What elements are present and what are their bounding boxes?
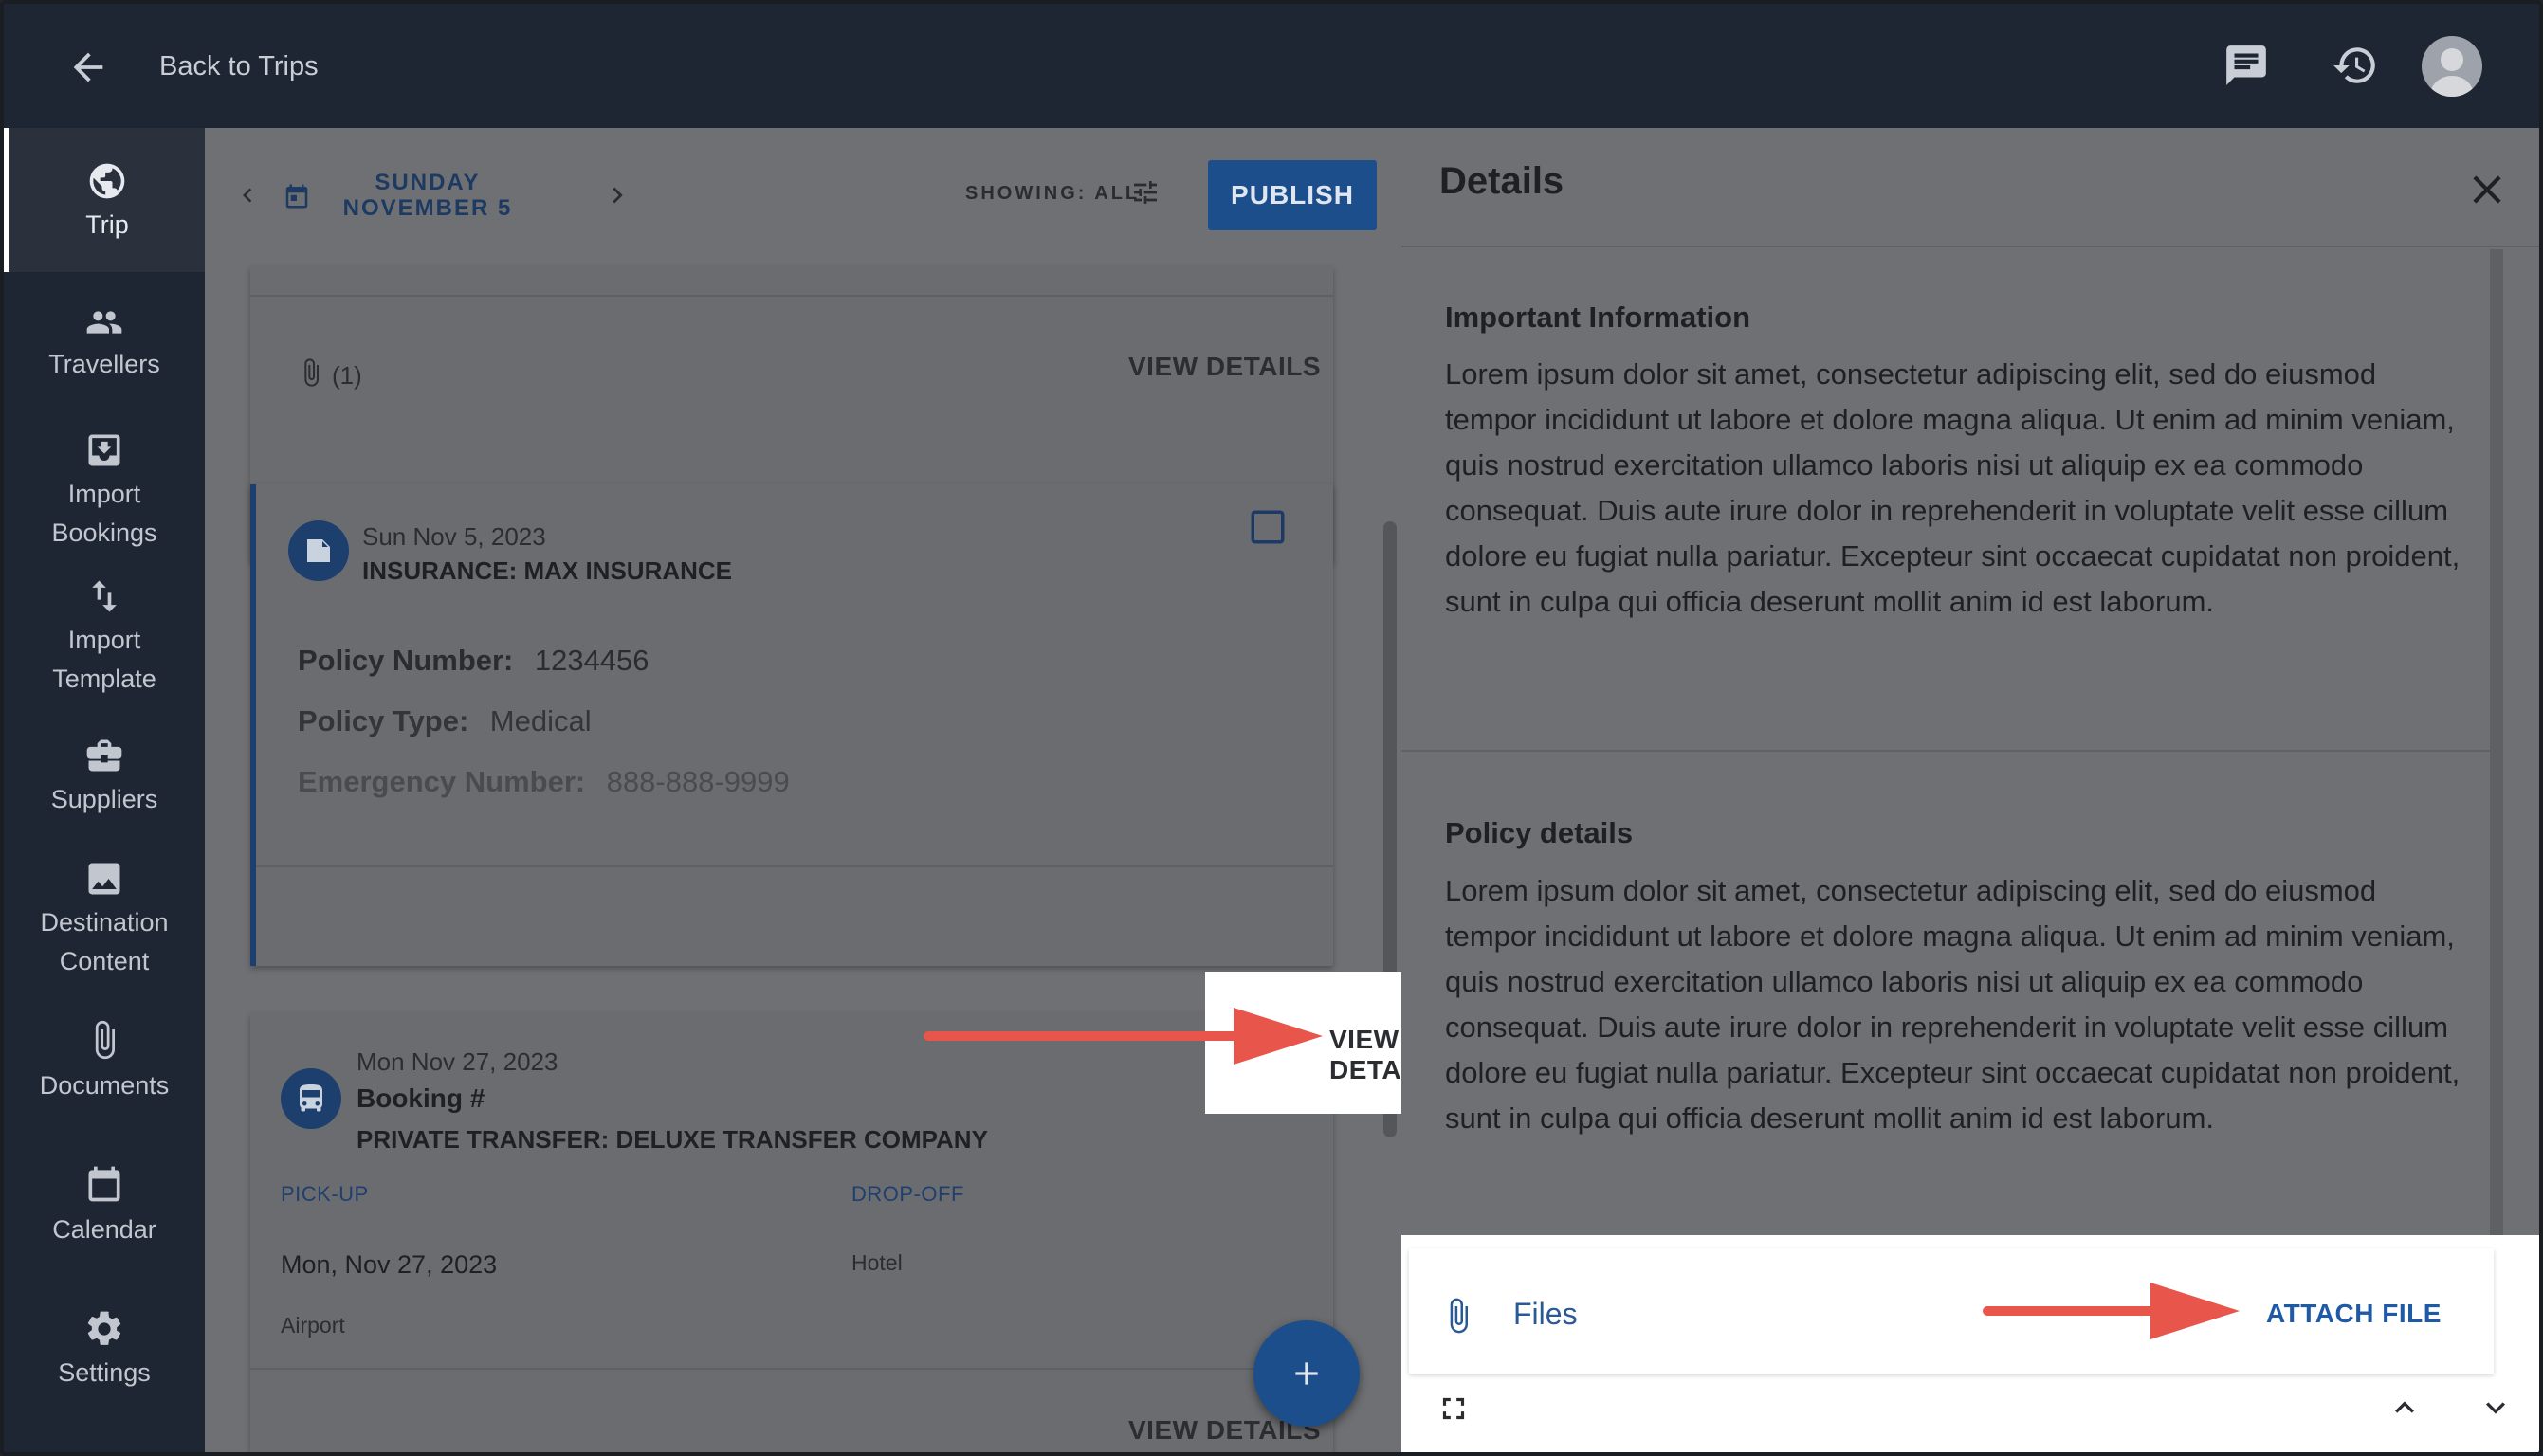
sidebar-item-suppliers[interactable]: Suppliers [4,735,205,819]
paperclip-icon [304,358,319,387]
sidebar-item-settings[interactable]: Settings [4,1308,205,1392]
sidebar-item-trip[interactable]: Trip [4,128,205,272]
policy-number-row: Policy Number: 1234456 [298,644,649,678]
pickup-date: Mon, Nov 27, 2023 [281,1250,498,1279]
date-toolbar: SUNDAY NOVEMBER 5 SHOWING: ALL PUBLISH [205,128,1401,266]
calendar-icon [285,184,308,209]
booking-card-transfer[interactable]: Mon Nov 27, 2023 Booking # PRIVATE TRANS… [250,1013,1333,1452]
gear-icon [87,1311,121,1345]
add-button[interactable] [1253,1320,1360,1427]
dropoff-value: Hotel [851,1250,903,1275]
sidebar: Trip Travellers Import Bookings Import T… [4,128,205,1452]
details-title: Details [1439,160,1564,202]
sidebar-item-label: Trip [85,210,129,239]
avatar[interactable] [2422,36,2482,97]
current-date[interactable]: SUNDAY NOVEMBER 5 [328,170,527,221]
checkbox[interactable] [1248,507,1288,547]
pickup-label: PICK-UP [281,1182,369,1206]
files-label: Files [1513,1297,1578,1331]
policy-number-label: Policy Number: [298,644,514,677]
sidebar-item-label: Import Template [52,626,156,693]
fullscreen-icon[interactable] [1436,1391,1472,1427]
annotation-arrow [924,1008,1323,1065]
card-title: PRIVATE TRANSFER: DELUXE TRANSFER COMPAN… [357,1125,988,1154]
back-to-trips-link[interactable]: Back to Trips [159,51,319,82]
publish-button[interactable]: PUBLISH [1208,160,1377,230]
sidebar-item-label: Documents [39,1071,170,1100]
card-date: Mon Nov 27, 2023 [357,1047,558,1076]
app-window: Back to Trips Trip Travellers Import Boo… [0,0,2543,1456]
filter-sliders-icon[interactable] [1130,175,1161,209]
globe-icon [89,163,125,199]
view-details-button-insurance[interactable]: VIEW DETAILS [1329,1025,1401,1085]
sidebar-item-travellers[interactable]: Travellers [4,303,205,384]
chevron-left-icon[interactable] [233,179,262,211]
sidebar-item-documents[interactable]: Documents [4,1017,205,1105]
chevron-up-icon[interactable] [2386,1389,2424,1427]
attach-file-button[interactable]: ATTACH FILE [2266,1299,2442,1329]
policy-type-label: Policy Type: [298,704,469,737]
swap-vertical-icon [92,580,117,612]
emergency-number-row: Emergency Number: 888-888-9999 [298,765,790,799]
card-title: INSURANCE: MAX INSURANCE [362,556,733,585]
annotation-arrow [1983,1283,2240,1339]
card-divider [250,1368,1333,1370]
showing-filter-label[interactable]: SHOWING: ALL [965,183,1140,205]
files-section [1401,1235,2539,1452]
booking-card-insurance[interactable]: Sun Nov 5, 2023 INSURANCE: MAX INSURANCE… [250,484,1333,966]
sidebar-item-destination-content[interactable]: Destination Content [4,858,205,981]
important-information-title: Important Information [1445,300,1751,334]
paperclip-icon [1450,1298,1468,1334]
itinerary-panel: SUNDAY NOVEMBER 5 SHOWING: ALL PUBLISH (… [205,128,1401,1452]
important-information-text: Lorem ipsum dolor sit amet, consectetur … [1445,357,2461,618]
emergency-number-label: Emergency Number: [298,765,586,798]
sidebar-item-label: Calendar [52,1215,156,1244]
view-details-button[interactable]: VIEW DETAILS [1128,352,1321,382]
sidebar-item-calendar[interactable]: Calendar [4,1161,205,1249]
sidebar-item-label: Import Bookings [51,480,157,547]
calendar-icon [88,1166,120,1202]
sidebar-item-import-template[interactable]: Import Template [4,575,205,699]
policy-details-title: Policy details [1445,816,1634,849]
image-icon [88,863,120,895]
header-divider [1401,246,2539,247]
bus-icon [281,1068,341,1129]
sidebar-item-import-bookings[interactable]: Import Bookings [4,429,205,553]
sidebar-item-label: Travellers [48,350,160,378]
card-date: Sun Nov 5, 2023 [362,522,546,551]
policy-details-text: Lorem ipsum dolor sit amet, consectetur … [1445,874,2461,1135]
policy-number-value: 1234456 [534,644,649,677]
booking-number: Booking # [357,1083,485,1113]
card-divider [250,295,1333,297]
close-icon[interactable] [2463,166,2511,213]
pickup-place: Airport [281,1313,345,1338]
people-icon [86,311,122,334]
section-divider [1401,750,2490,752]
chevron-right-icon[interactable] [601,177,633,213]
policy-type-value: Medical [489,704,592,737]
import-icon [88,434,120,466]
history-icon[interactable] [2332,42,2379,89]
chevron-down-icon[interactable] [2477,1389,2515,1427]
scrollbar[interactable] [2490,249,2503,1235]
sidebar-item-label: Settings [58,1358,151,1387]
paperclip-icon [95,1020,115,1060]
sidebar-item-label: Suppliers [50,785,158,813]
card-divider [256,865,1333,867]
emergency-number-value: 888-888-9999 [606,765,790,798]
arrow-left-icon[interactable] [66,46,110,89]
attachment-count: (1) [332,361,362,390]
chat-icon[interactable] [2223,42,2270,89]
policy-type-row: Policy Type: Medical [298,704,592,738]
insurance-icon [288,520,349,581]
details-panel: Details Important Information Lorem ipsu… [1401,128,2539,1452]
plus-icon [1295,1362,1318,1385]
briefcase-icon [86,739,122,772]
top-bar: Back to Trips [4,4,2539,128]
dropoff-label: DROP-OFF [851,1182,964,1206]
sidebar-item-label: Destination Content [40,908,169,975]
